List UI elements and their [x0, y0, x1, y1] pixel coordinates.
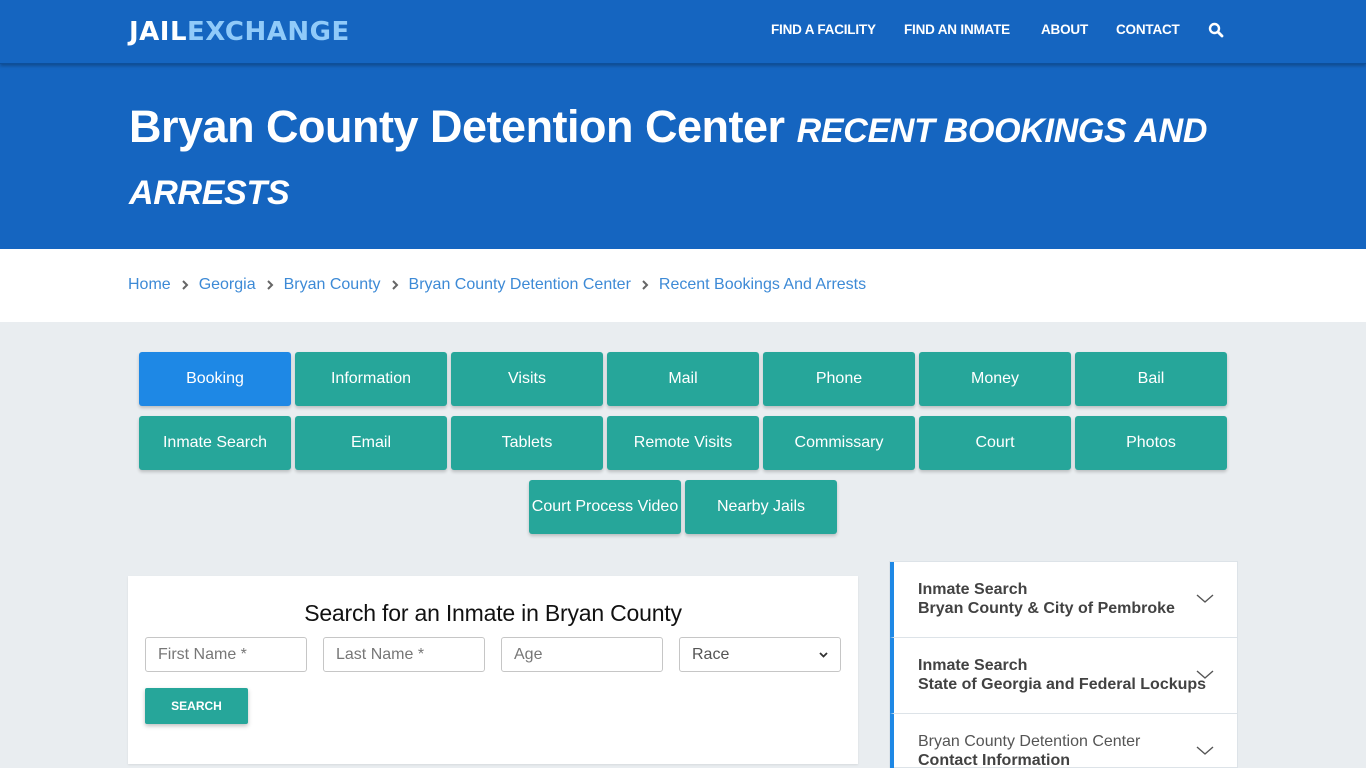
- tab-bail[interactable]: Bail: [1075, 352, 1227, 406]
- breadcrumb: Home Georgia Bryan County Bryan County D…: [128, 276, 866, 294]
- search-icon[interactable]: [1208, 22, 1224, 38]
- tab-phone[interactable]: Phone: [763, 352, 915, 406]
- chevron-right-icon: [266, 280, 274, 290]
- chevron-down-icon[interactable]: [1196, 670, 1214, 680]
- breadcrumb-georgia[interactable]: Georgia: [199, 276, 256, 294]
- chevron-down-icon[interactable]: [1196, 746, 1214, 756]
- tab-court-process-video[interactable]: Court Process Video: [529, 480, 681, 534]
- tab-commissary[interactable]: Commissary: [763, 416, 915, 470]
- search-button[interactable]: SEARCH: [145, 688, 248, 724]
- accordion-item-title: Inmate Search: [918, 581, 1028, 598]
- tab-mail[interactable]: Mail: [607, 352, 759, 406]
- page-header: Bryan County Detention Center Recent Boo…: [0, 64, 1366, 249]
- breadcrumb-bryan-county[interactable]: Bryan County: [284, 276, 381, 294]
- chevron-right-icon: [181, 280, 189, 290]
- accordion-item-title: Bryan County Detention Center: [918, 733, 1141, 750]
- race-select[interactable]: Race: [679, 637, 841, 672]
- tab-money[interactable]: Money: [919, 352, 1071, 406]
- breadcrumb-bar: Home Georgia Bryan County Bryan County D…: [0, 249, 1366, 322]
- nav-find-a-facility[interactable]: FIND A FACILITY: [771, 22, 876, 37]
- tab-booking[interactable]: Booking: [139, 352, 291, 406]
- accordion-item-subtitle: State of Georgia and Federal Lockups: [918, 676, 1207, 693]
- inmate-search-card: Search for an Inmate in Bryan County Rac…: [128, 576, 858, 764]
- chevron-right-icon: [391, 280, 398, 290]
- breadcrumb-home[interactable]: Home: [128, 276, 171, 294]
- tab-photos[interactable]: Photos: [1075, 416, 1227, 470]
- nav-about[interactable]: ABOUT: [1041, 22, 1088, 37]
- tab-visits[interactable]: Visits: [451, 352, 603, 406]
- chevron-down-icon: [819, 651, 828, 658]
- page-title: Bryan County Detention Center Recent Boo…: [129, 98, 1229, 222]
- accordion-item-state-inmate-search[interactable]: Inmate Search State of Georgia and Feder…: [890, 638, 1238, 714]
- tab-email[interactable]: Email: [295, 416, 447, 470]
- breadcrumb-recent-bookings[interactable]: Recent Bookings And Arrests: [659, 276, 866, 294]
- first-name-input[interactable]: [145, 637, 307, 672]
- age-input[interactable]: [501, 637, 663, 672]
- logo-exchange: EXCHANGE: [187, 17, 350, 47]
- accordion-item-subtitle: Contact Information: [918, 752, 1070, 768]
- chevron-right-icon: [642, 280, 649, 290]
- site-logo[interactable]: JAILEXCHANGE: [129, 15, 350, 49]
- tab-information[interactable]: Information: [295, 352, 447, 406]
- accordion-item-county-inmate-search[interactable]: Inmate Search Bryan County & City of Pem…: [890, 562, 1238, 638]
- accordion-item-subtitle: Bryan County & City of Pembroke: [918, 600, 1175, 617]
- accordion-item-title: Inmate Search: [918, 657, 1028, 674]
- page-title-main: Bryan County Detention Center: [129, 101, 785, 152]
- nav-contact[interactable]: CONTACT: [1116, 22, 1180, 37]
- top-navbar: JAILEXCHANGE FIND A FACILITY FIND AN INM…: [0, 0, 1366, 64]
- tab-court[interactable]: Court: [919, 416, 1071, 470]
- tab-inmate-search[interactable]: Inmate Search: [139, 416, 291, 470]
- search-card-title: Search for an Inmate in Bryan County: [304, 600, 682, 626]
- accordion-item-contact-information[interactable]: Bryan County Detention Center Contact In…: [890, 714, 1238, 768]
- logo-jail: JAIL: [129, 17, 188, 47]
- tab-tablets[interactable]: Tablets: [451, 416, 603, 470]
- race-select-value: Race: [692, 645, 730, 663]
- sidebar-accordion: Inmate Search Bryan County & City of Pem…: [889, 561, 1238, 768]
- breadcrumb-detention-center[interactable]: Bryan County Detention Center: [409, 276, 631, 294]
- nav-find-an-inmate[interactable]: FIND AN INMATE: [904, 22, 1010, 37]
- chevron-down-icon[interactable]: [1196, 594, 1214, 604]
- last-name-input[interactable]: [323, 637, 485, 672]
- tab-remote-visits[interactable]: Remote Visits: [607, 416, 759, 470]
- tab-nearby-jails[interactable]: Nearby Jails: [685, 480, 837, 534]
